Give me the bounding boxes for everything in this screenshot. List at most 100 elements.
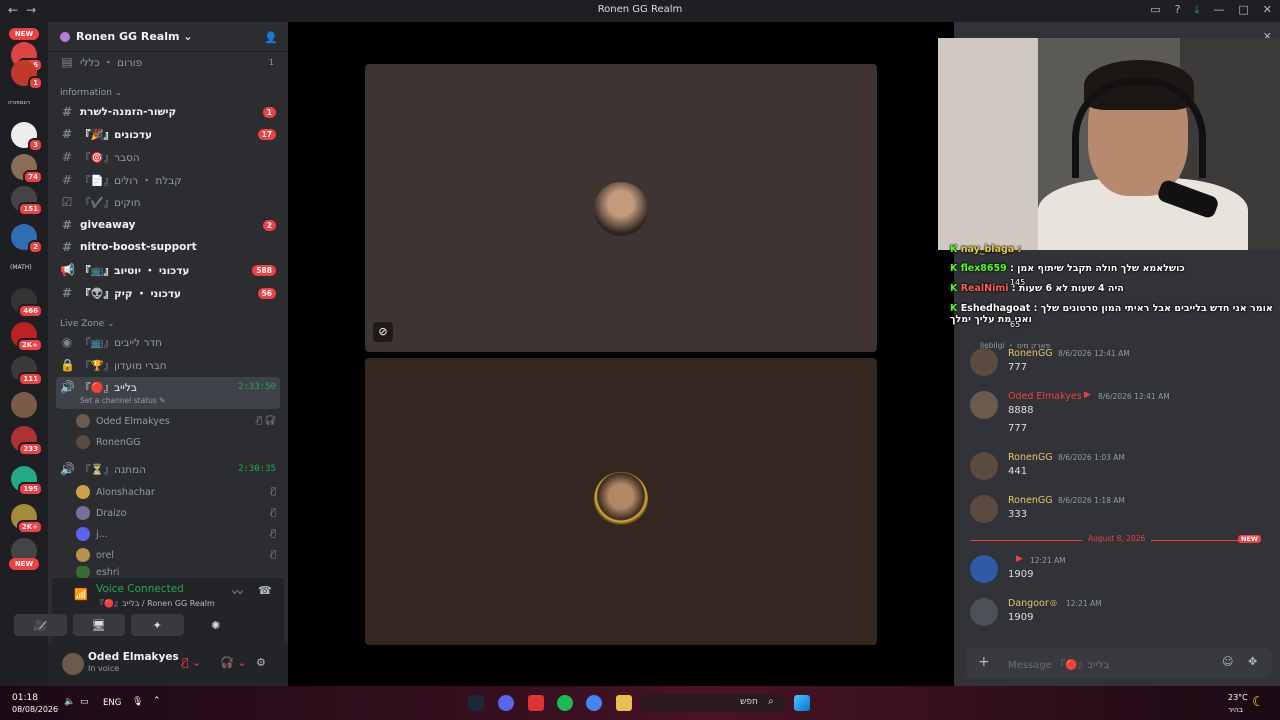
minimize-button[interactable]: —: [1213, 3, 1224, 17]
app-icon[interactable]: [528, 695, 544, 711]
channel-item[interactable]: # 『👽』עדכוני ・ קיק 56: [56, 283, 280, 303]
maximize-button[interactable]: □: [1238, 3, 1248, 17]
server-icon[interactable]: 74: [11, 154, 43, 184]
activities-button[interactable]: ✦: [131, 614, 184, 636]
camera-button[interactable]: 🎥̸: [14, 614, 67, 636]
chrome-icon[interactable]: [586, 695, 602, 711]
language-indicator[interactable]: ENG: [103, 698, 121, 708]
message-author[interactable]: RonenGG: [1008, 452, 1053, 463]
member-name: eshri: [96, 566, 120, 578]
camera-off-icon: 🎥̸: [33, 618, 48, 632]
spotify-icon[interactable]: [557, 695, 573, 711]
clock-time[interactable]: 01:18: [12, 693, 38, 703]
category-live-zone[interactable]: Live Zone ⌄: [60, 319, 115, 329]
message-author[interactable]: RonenGG: [1008, 348, 1053, 359]
channel-item[interactable]: # 『📄』קבלת ・ רולים: [56, 170, 280, 190]
mention-badge: 56: [257, 287, 276, 299]
server-icon[interactable]: 233: [11, 426, 43, 456]
disconnect-icon[interactable]: ☎: [258, 584, 272, 597]
stage-channel[interactable]: ◉ 『📺』חדר לייבים: [56, 332, 280, 352]
message-text: 1909: [1008, 612, 1034, 623]
guild-header[interactable]: Ronen GG Realm ⌄ 👤: [48, 22, 288, 52]
invite-icon[interactable]: 👤: [264, 31, 278, 44]
taskbar-search[interactable]: חפש ⌕: [640, 694, 786, 712]
voice-member[interactable]: orel 🎙̸: [76, 545, 276, 565]
server-icon[interactable]: 2: [11, 224, 43, 254]
emoji-icon[interactable]: ☺: [1222, 655, 1233, 668]
soundboard-button[interactable]: ✺: [190, 614, 243, 636]
close-button[interactable]: ✕: [1263, 3, 1272, 17]
avatar[interactable]: [970, 555, 998, 583]
deafen-icon[interactable]: 🎧̸ ⌄: [220, 656, 246, 669]
channel-item[interactable]: # 『🎉』עדכונים 17: [56, 124, 280, 144]
message-author[interactable]: Oded Elmakyes: [1008, 391, 1082, 402]
windows-start-icon[interactable]: [794, 695, 810, 711]
channel-forum[interactable]: ▤ פורום ・ כללי 1: [56, 52, 280, 72]
file-explorer-icon[interactable]: [616, 695, 632, 711]
channel-item[interactable]: # קישור-הזמנה-לשרת 1: [56, 102, 280, 122]
tray-chevron-icon[interactable]: ⌃: [153, 696, 161, 706]
display-icon[interactable]: ▭: [80, 697, 89, 707]
channel-item[interactable]: ☑ 『✔️』חוקים: [56, 192, 280, 212]
voice-member[interactable]: Oded Elmakyes 🎙̸ 🎧̸: [76, 411, 276, 431]
help-icon[interactable]: ?: [1175, 3, 1181, 17]
server-icon[interactable]: [11, 392, 37, 418]
channel-item[interactable]: # giveaway 2: [56, 215, 280, 235]
noise-suppression-icon[interactable]: 〰: [232, 584, 243, 600]
server-icon[interactable]: 3: [11, 122, 43, 152]
steam-icon[interactable]: [468, 695, 484, 711]
voice-channel-active[interactable]: 🔊 『🔴』בלייב 2:33:50 Set a channel status ✎: [56, 377, 280, 409]
category-information[interactable]: information ⌄: [60, 88, 122, 98]
server-label: רונספורה: [8, 100, 31, 106]
server-icon[interactable]: 111: [11, 356, 43, 386]
mic-icon[interactable]: 🎙: [132, 697, 143, 707]
voice-channel-path[interactable]: 『🔴』בלייב / Ronen GG Realm: [96, 598, 215, 609]
channel-item[interactable]: # nitro-boost-support: [56, 237, 280, 257]
server-icon[interactable]: 466: [11, 288, 43, 318]
channel-item[interactable]: # 『🎯』הסבר: [56, 147, 280, 167]
clock-date[interactable]: 08/08/2026: [12, 705, 58, 714]
voice-member[interactable]: Draizo 🎙̸: [76, 503, 276, 523]
discord-icon[interactable]: [498, 695, 514, 711]
voice-member[interactable]: j... 🎙̸: [76, 524, 276, 544]
avatar[interactable]: [62, 653, 84, 675]
locked-channel[interactable]: 🔒 『🏆』חברי מועדון: [56, 355, 280, 375]
voice-member[interactable]: RonenGG: [76, 432, 276, 452]
server-icon[interactable]: 1: [11, 60, 43, 90]
download-icon[interactable]: ⤓: [1195, 3, 1200, 17]
apps-icon[interactable]: ✥: [1248, 655, 1257, 668]
avatar[interactable]: [970, 495, 998, 523]
voice-channel[interactable]: 🔊 『⏳』המתנה 2:30:35: [56, 459, 280, 479]
server-icon[interactable]: 151: [11, 186, 43, 216]
message-input[interactable]: + Message 『🔴』בלייב ☺ ✥: [966, 648, 1272, 678]
discord-avatar-icon[interactable]: [970, 598, 998, 626]
channel-label: nitro-boost-support: [80, 241, 197, 253]
weather-temp[interactable]: 23°C: [1228, 693, 1248, 702]
volume-icon[interactable]: 🔈: [64, 697, 75, 707]
mic-muted-icon[interactable]: 🎙̸ ⌄: [182, 656, 201, 669]
server-icon[interactable]: 2K+: [11, 504, 43, 534]
voice-member[interactable]: eshri: [76, 566, 276, 578]
voice-member[interactable]: Alonshachar 🎙̸: [76, 482, 276, 502]
message-author[interactable]: RonenGG: [1008, 495, 1053, 506]
avatar[interactable]: [970, 348, 998, 376]
headphones: [1072, 78, 1206, 178]
screen-share-button[interactable]: 🖥: [72, 614, 125, 636]
avatar[interactable]: [970, 452, 998, 480]
settings-gear-icon[interactable]: ⚙: [256, 656, 266, 669]
server-icon[interactable]: 2K+: [11, 322, 43, 352]
video-tile[interactable]: ⊘: [365, 64, 877, 352]
username[interactable]: Oded Elmakyes: [88, 651, 179, 663]
set-status-link[interactable]: Set a channel status ✎: [80, 396, 165, 405]
message-author[interactable]: Dangoor: [1008, 598, 1049, 609]
input-placeholder: Message 『🔴』בלייב: [1008, 660, 1110, 671]
attach-plus-icon[interactable]: +: [978, 654, 990, 670]
overlay-number: 65: [1010, 320, 1021, 329]
weather-status[interactable]: בהיר: [1228, 705, 1243, 714]
voice-status-text[interactable]: Voice Connected: [96, 583, 184, 595]
video-tile[interactable]: [365, 358, 877, 645]
avatar[interactable]: [970, 391, 998, 419]
inbox-icon[interactable]: ▭: [1150, 3, 1160, 17]
server-icon[interactable]: 195: [11, 466, 43, 496]
channel-item[interactable]: 📢 『📺』עדכוני ・ יוטיוב 588: [56, 260, 280, 280]
